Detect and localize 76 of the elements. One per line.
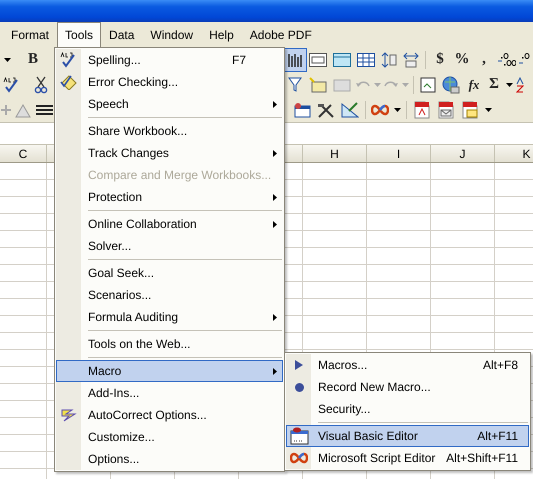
menu-bar-item[interactable]: Data [101, 22, 142, 47]
menu-item[interactable]: Tools on the Web... [56, 333, 283, 355]
menu-item[interactable]: Speech [56, 93, 283, 115]
menu-item[interactable]: Formula Auditing [56, 306, 283, 328]
menu-bar-item[interactable]: Tools [57, 22, 102, 47]
table-icon[interactable] [333, 52, 351, 66]
increase-decimal-icon[interactable] [498, 52, 516, 66]
comma-button[interactable]: , [473, 48, 495, 70]
play-icon [295, 360, 303, 370]
sum-button[interactable]: Σ [485, 74, 503, 96]
menu-item[interactable]: Solver... [56, 235, 283, 257]
currency-button[interactable]: $ [429, 48, 451, 70]
dropdown-arrow-icon[interactable] [394, 108, 400, 112]
menu-item[interactable]: Macros... Alt+F8 [286, 354, 529, 376]
percent-button[interactable]: % [451, 48, 473, 70]
merge-cells-icon[interactable] [309, 52, 327, 66]
record-dot-icon [294, 382, 304, 392]
pdf-mail-icon[interactable] [438, 100, 454, 118]
menu-item[interactable]: Record New Macro... [286, 376, 529, 398]
pdf-comment-icon[interactable] [462, 100, 478, 118]
grid-icon[interactable] [357, 52, 375, 66]
submenu-arrow-icon [273, 220, 277, 228]
dropdown-arrow-icon[interactable] [4, 58, 10, 62]
menu-item[interactable]: Add-Ins... [56, 382, 283, 404]
menu-item[interactable]: Share Workbook... [56, 120, 283, 142]
lightning-icon [60, 408, 78, 422]
menu-bar-item[interactable]: Format [3, 22, 58, 47]
menu-item[interactable]: Goal Seek... [56, 262, 283, 284]
menu-item[interactable]: Macro [56, 360, 283, 382]
menu-item[interactable]: Track Changes [56, 142, 283, 164]
column-header[interactable]: H [330, 146, 339, 160]
form-icon[interactable] [293, 102, 311, 118]
row-height-icon[interactable] [381, 52, 397, 68]
menu-bar-item[interactable]: Adobe PDF [242, 22, 320, 47]
dropdown-arrow-icon[interactable] [506, 82, 512, 86]
submenu-arrow-icon [273, 194, 277, 200]
dropdown-arrow-icon[interactable] [484, 108, 492, 112]
menu-item[interactable]: Options... [56, 448, 283, 470]
menu-item[interactable]: Spelling... F7 [56, 49, 283, 71]
column-header[interactable]: K [522, 146, 530, 160]
loop-icon [290, 452, 308, 464]
menu-item[interactable]: Visual Basic Editor Alt+F11 [286, 425, 529, 447]
column-width-icon[interactable] [403, 52, 419, 68]
menu-item[interactable]: Error Checking... [56, 71, 283, 93]
scissors-icon[interactable] [34, 76, 48, 94]
menu-item[interactable]: Customize... [56, 426, 283, 448]
menu-item[interactable]: Scenarios... [56, 284, 283, 306]
menu-item[interactable]: Protection [56, 186, 283, 208]
loop-icon[interactable] [371, 104, 389, 116]
ruler-icon[interactable] [341, 102, 359, 118]
editor-window-icon [289, 427, 309, 445]
globe-icon[interactable] [442, 76, 460, 94]
menu-item[interactable]: AutoCorrect Options... [56, 404, 283, 426]
checkmark-diamond-icon [60, 74, 78, 90]
chart-icon[interactable] [287, 52, 303, 68]
submenu-arrow-icon [273, 100, 277, 108]
submenu-arrow-icon [273, 314, 277, 320]
column-header[interactable]: C [18, 146, 28, 160]
menu-item[interactable]: Online Collaboration [56, 213, 283, 235]
funnel-icon[interactable] [288, 76, 302, 92]
window-icon[interactable] [420, 76, 436, 92]
menu-item[interactable]: Security... [286, 398, 529, 420]
picture-icon[interactable] [309, 76, 327, 92]
menu-bar-item[interactable]: Help [201, 22, 242, 47]
column-header[interactable]: I [396, 146, 400, 160]
column-header[interactable]: J [460, 146, 466, 160]
line-style-icon[interactable] [36, 104, 52, 116]
pdf-icon[interactable] [414, 100, 430, 118]
menu-bar-item[interactable]: Window [142, 22, 202, 47]
submenu-arrow-icon [273, 368, 277, 374]
function-button[interactable]: fx [463, 74, 485, 96]
hammer-icon[interactable] [317, 102, 335, 118]
menu-item[interactable]: Microsoft Script Editor Alt+Shift+F11 [286, 447, 529, 469]
submenu-arrow-icon [273, 150, 277, 156]
bold-button[interactable]: B [22, 48, 44, 70]
sort-icon[interactable] [516, 76, 524, 92]
